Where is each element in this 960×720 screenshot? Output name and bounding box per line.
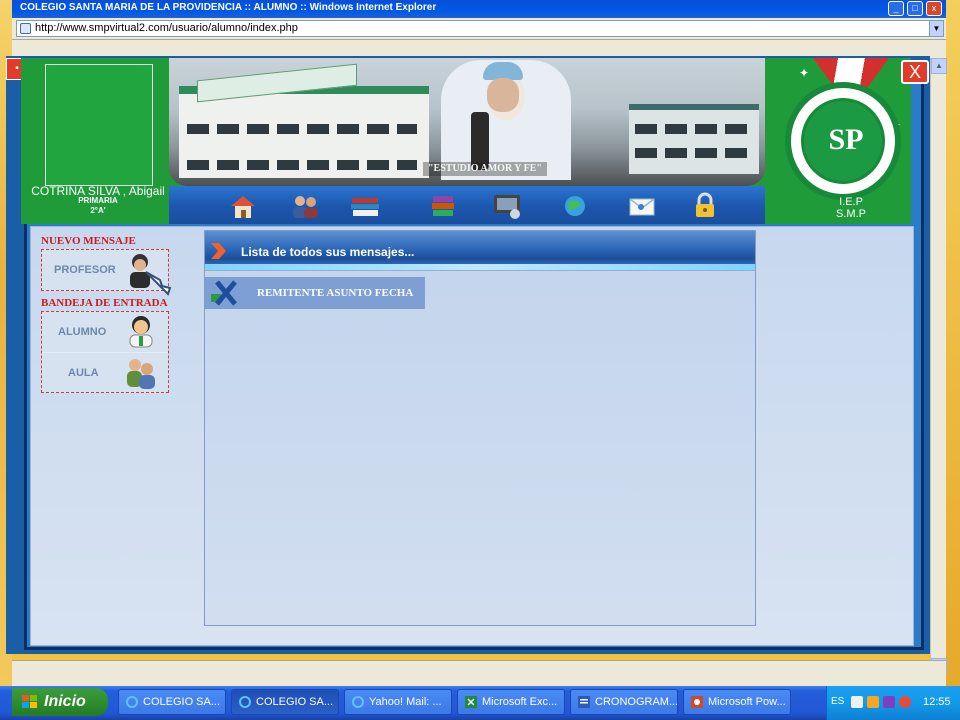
new-message-box: PROFESOR (41, 249, 172, 296)
browser-title-bar: COLEGIO SANTA MARIA DE LA PROVIDENCIA ::… (12, 0, 946, 18)
sparkle-icon: ✦ (799, 66, 810, 80)
tray-app-icon[interactable] (867, 696, 879, 708)
windows-logo-icon (22, 695, 37, 708)
address-text: http://www.smpvirtual2.com/usuario/alumn… (35, 22, 298, 34)
start-label: Inicio (44, 693, 86, 710)
taskbar-button-powerpoint[interactable]: Microsoft Pow... (683, 689, 791, 715)
computer-icon[interactable] (491, 192, 523, 220)
browser-status-bar (12, 660, 946, 686)
column-labels: REMITENTE ASUNTO FECHA (257, 287, 414, 299)
taskbar-button-label: CRONOGRAM... (595, 696, 678, 708)
sidebar-item-label: ALUMNO (58, 326, 107, 338)
school-abbrev: I.E.P S.M.P (821, 196, 881, 220)
school-banner: "ESTUDIO AMOR Y FE" (169, 58, 765, 186)
taskbar-button-yahoo[interactable]: Yahoo! Mail: ... (344, 689, 452, 715)
sidebar-item-aula[interactable]: AULA (42, 352, 168, 392)
globe-icon[interactable] (559, 192, 591, 220)
taskbar-button-label: Microsoft Pow... (708, 696, 786, 708)
sidebar-item-alumno[interactable]: ALUMNO (42, 312, 168, 352)
student-section: 2°A' (90, 206, 106, 215)
address-field[interactable]: http://www.smpvirtual2.com/usuario/alumn… (16, 20, 944, 37)
word-icon (578, 696, 590, 708)
main-nav (169, 186, 765, 224)
clock: 12:55 (923, 696, 951, 708)
sidebar-item-label: AULA (68, 367, 99, 379)
taskbar-button-excel[interactable]: Microsoft Exc... (457, 689, 565, 715)
school-abbrev-line1: I.E.P (839, 196, 863, 208)
page-scrollbar[interactable]: ▲ ▼ (930, 58, 947, 676)
browser-close-button[interactable]: x (926, 1, 942, 16)
tray-security-icon[interactable] (899, 696, 911, 708)
message-column-header: REMITENTE ASUNTO FECHA (205, 277, 425, 309)
scroll-up-icon[interactable]: ▲ (931, 58, 947, 74)
taskbar-button-colegio-2[interactable]: COLEGIO SA... (231, 689, 339, 715)
popup-close-button[interactable]: X (901, 60, 929, 84)
content-panel: NUEVO MENSAJE PROFESOR BANDEJA DE ENTRAD… (30, 226, 914, 646)
sidebar-item-profesor[interactable]: PROFESOR (42, 250, 172, 296)
ie-icon (352, 696, 364, 708)
mail-icon[interactable] (627, 192, 659, 220)
teacher-icon (130, 254, 172, 296)
ie-icon (239, 696, 251, 708)
tray-arrow-icon[interactable] (851, 696, 863, 708)
school-logo-area: ✦ ✦ SP X I.E.P S.M.P (769, 58, 929, 224)
desktop-background-right (946, 0, 960, 686)
language-indicator[interactable]: ES (831, 696, 844, 707)
taskbar-button-colegio-1[interactable]: COLEGIO SA... (118, 689, 226, 715)
address-dropdown-icon[interactable]: ▼ (929, 21, 943, 36)
school-monogram: SP (828, 123, 864, 156)
page-icon (20, 23, 31, 34)
library-icon[interactable] (427, 192, 459, 220)
system-tray: ES 12:55 (826, 686, 960, 720)
school-building-2 (629, 104, 759, 174)
lock-icon[interactable] (689, 192, 721, 220)
header-gloss (205, 264, 755, 270)
powerpoint-icon (691, 696, 703, 708)
taskbar-button-label: COLEGIO SA... (143, 696, 221, 708)
new-message-heading: NUEVO MENSAJE (41, 235, 136, 247)
messages-header: Lista de todos sus mensajes... (205, 231, 755, 271)
home-icon[interactable] (227, 192, 259, 220)
taskbar-button-label: COLEGIO SA... (256, 696, 334, 708)
excel-x-icon (211, 280, 237, 306)
ie-icon (126, 696, 138, 708)
minimize-button[interactable]: _ (888, 1, 904, 16)
chevron-right-icon (211, 243, 226, 259)
sidebar-item-label: PROFESOR (54, 264, 116, 276)
school-motto: "ESTUDIO AMOR Y FE" (423, 162, 547, 176)
users-icon[interactable] (289, 192, 321, 220)
messages-title: Lista de todos sus mensajes... (241, 245, 415, 259)
browser-title: COLEGIO SANTA MARIA DE LA PROVIDENCIA ::… (20, 2, 437, 13)
student-photo (45, 64, 153, 186)
school-header: COTRINA SILVA , Abigail PRIMARIA 2°A' "E… (21, 58, 929, 224)
taskbar-button-label: Yahoo! Mail: ... (369, 696, 442, 708)
school-crest: SP (785, 82, 901, 200)
student-icon (129, 316, 153, 348)
taskbar-button-label: Microsoft Exc... (482, 696, 558, 708)
books-icon[interactable] (349, 192, 381, 220)
taskbar: Inicio COLEGIO SA... COLEGIO SA... Yahoo… (0, 686, 960, 720)
start-button[interactable]: Inicio (12, 688, 108, 716)
excel-icon (465, 696, 477, 708)
classroom-icon (127, 359, 155, 389)
taskbar-button-cronograma[interactable]: CRONOGRAM... (570, 689, 678, 715)
maximize-button[interactable]: □ (907, 1, 923, 16)
tray-network-icon[interactable] (883, 696, 895, 708)
inbox-box: ALUMNO AULA (41, 311, 169, 393)
messages-panel: Lista de todos sus mensajes... REMITENTE… (204, 230, 756, 626)
inbox-heading: BANDEJA DE ENTRADA (41, 297, 168, 309)
school-abbrev-line2: S.M.P (836, 208, 866, 220)
student-level: PRIMARIA (78, 196, 118, 205)
address-bar: http://www.smpvirtual2.com/usuario/alumn… (12, 18, 946, 40)
